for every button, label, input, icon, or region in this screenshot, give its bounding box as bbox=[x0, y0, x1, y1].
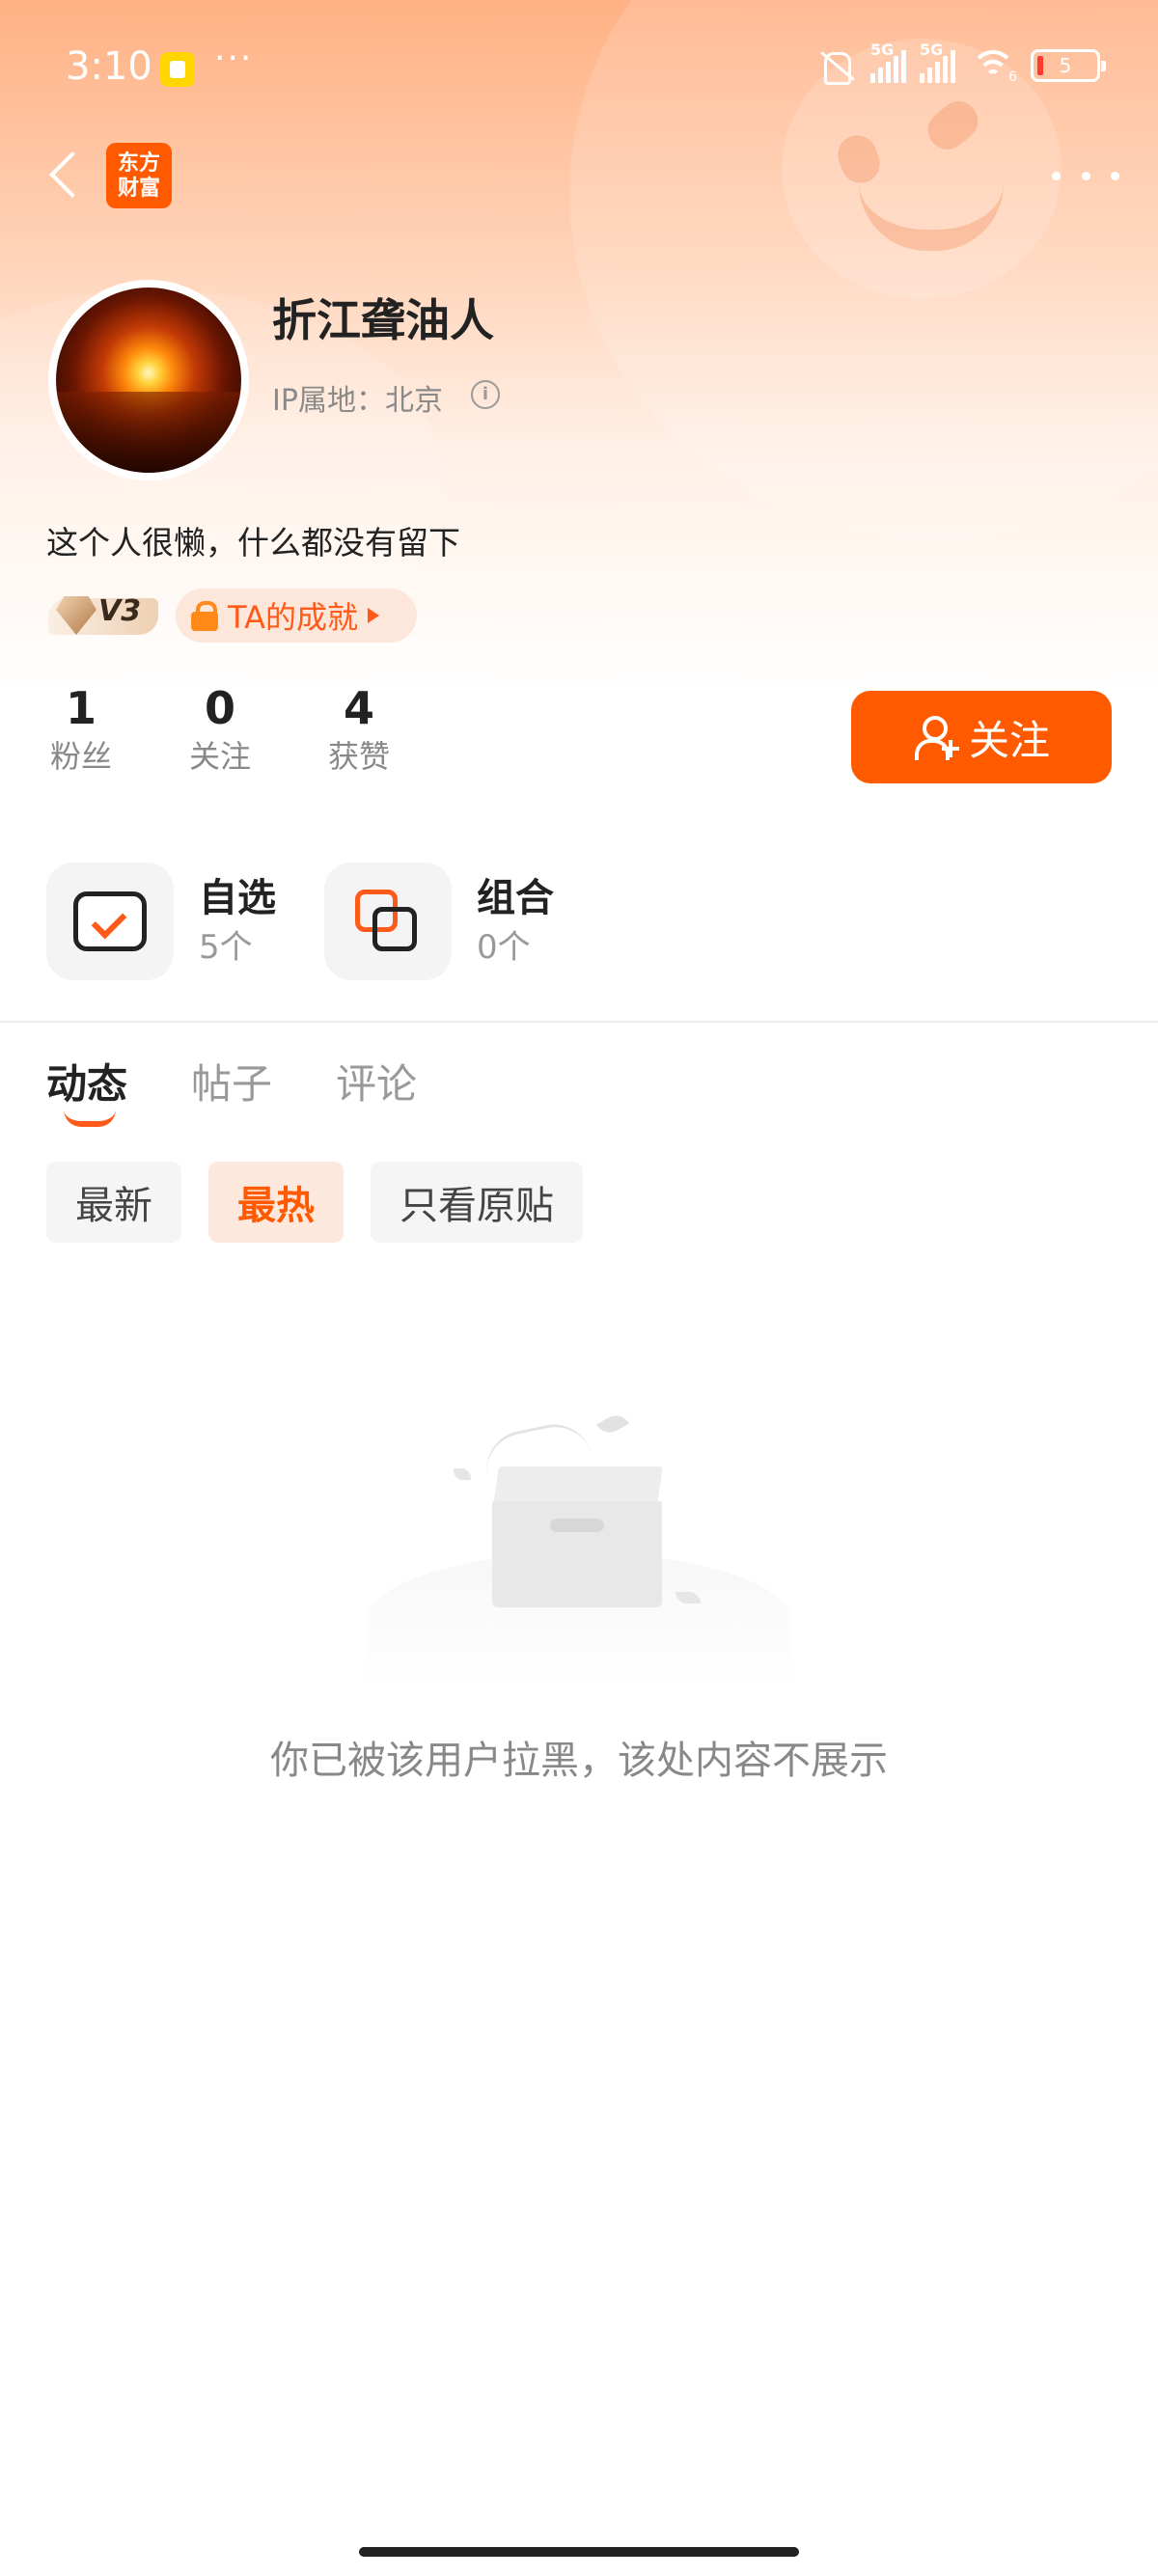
level-text: V3 bbox=[98, 594, 142, 628]
play-arrow-icon bbox=[367, 608, 379, 623]
filter-latest[interactable]: 最新 bbox=[46, 1162, 181, 1243]
more-options-button[interactable] bbox=[1052, 156, 1119, 195]
stat-label: 关注 bbox=[188, 738, 251, 775]
signal-label: 5G bbox=[870, 41, 895, 59]
stat-label: 获赞 bbox=[327, 738, 390, 775]
achievements-button[interactable]: TA的成就 bbox=[176, 589, 417, 643]
signal-label-2: 5G bbox=[920, 41, 944, 59]
section-divider bbox=[0, 1021, 1158, 1023]
level-badge[interactable]: V3 bbox=[48, 590, 158, 639]
portfolio-count: 0个 bbox=[477, 928, 531, 967]
home-indicator[interactable] bbox=[359, 2547, 799, 2557]
battery-level: 5 bbox=[1059, 54, 1072, 77]
signal-icon: 5G bbox=[870, 41, 906, 83]
more-dot bbox=[1111, 171, 1119, 180]
leaf-icon bbox=[596, 1410, 629, 1439]
status-more-notifications: ··· bbox=[214, 39, 254, 78]
achievements-label: TA的成就 bbox=[228, 599, 358, 636]
follow-button-label: 关注 bbox=[968, 716, 1050, 764]
portfolio-icon bbox=[351, 886, 425, 959]
follow-button[interactable]: 关注 bbox=[851, 691, 1112, 783]
empty-box-illustration bbox=[367, 1399, 791, 1688]
portfolio-icon-box bbox=[324, 863, 452, 980]
stat-value: 0 bbox=[204, 682, 235, 734]
filter-hottest[interactable]: 最热 bbox=[208, 1162, 344, 1243]
tab-activity[interactable]: 动态 bbox=[46, 1052, 127, 1110]
watchlist-entry[interactable]: 自选 5个 bbox=[46, 863, 276, 980]
ip-location: IP属地：北京 bbox=[272, 384, 443, 418]
user-name: 折江聋油人 bbox=[272, 294, 494, 346]
watchlist-title: 自选 bbox=[199, 876, 276, 920]
avatar[interactable] bbox=[48, 280, 249, 480]
stat-value: 1 bbox=[65, 682, 96, 734]
box-body bbox=[492, 1501, 662, 1607]
portfolio-entry[interactable]: 组合 0个 bbox=[324, 863, 554, 980]
wifi-icon: 6 bbox=[969, 46, 1017, 85]
leaf-icon bbox=[454, 1468, 471, 1480]
stat-likes[interactable]: 4 获赞 bbox=[322, 681, 396, 778]
tab-comments[interactable]: 评论 bbox=[336, 1052, 417, 1110]
lock-icon bbox=[191, 601, 218, 631]
info-icon[interactable]: i bbox=[471, 380, 500, 409]
content-card bbox=[0, 836, 1158, 2576]
notification-app-icon bbox=[160, 52, 195, 87]
portfolio-title: 组合 bbox=[477, 876, 554, 920]
logo-line-2: 财富 bbox=[117, 176, 160, 201]
mute-icon bbox=[814, 48, 857, 85]
tab-posts[interactable]: 帖子 bbox=[191, 1052, 272, 1110]
filter-original-only[interactable]: 只看原贴 bbox=[371, 1162, 583, 1243]
box-lid bbox=[493, 1466, 663, 1505]
user-bio: 这个人很懒，什么都没有留下 bbox=[46, 524, 460, 562]
stat-value: 4 bbox=[343, 682, 374, 734]
signal-icon-2: 5G bbox=[920, 41, 955, 83]
stat-following[interactable]: 0 关注 bbox=[183, 681, 257, 778]
box-handle bbox=[550, 1519, 604, 1532]
app-logo: 东方 财富 bbox=[106, 143, 172, 208]
more-dot bbox=[1081, 171, 1090, 180]
add-person-icon bbox=[913, 714, 959, 760]
back-button[interactable] bbox=[42, 145, 91, 206]
stat-followers[interactable]: 1 粉丝 bbox=[44, 681, 118, 778]
status-icons: 5G 5G 6 5 bbox=[814, 41, 1106, 85]
stat-label: 粉丝 bbox=[49, 738, 112, 775]
watchlist-count: 5个 bbox=[199, 928, 253, 967]
watchlist-icon-box bbox=[46, 863, 174, 980]
more-dot bbox=[1052, 171, 1061, 180]
blocked-message: 你已被该用户拉黑，该处内容不展示 bbox=[270, 1739, 888, 1783]
diamond-icon bbox=[56, 596, 96, 635]
status-bar: 3:10 ··· 5G 5G 6 5 bbox=[0, 39, 1158, 98]
logo-line-1: 东方 bbox=[117, 151, 160, 176]
wifi-badge: 6 bbox=[1008, 69, 1017, 85]
battery-icon: 5 bbox=[1031, 49, 1106, 82]
watchlist-check-icon bbox=[73, 891, 147, 951]
status-time: 3:10 bbox=[66, 44, 152, 89]
